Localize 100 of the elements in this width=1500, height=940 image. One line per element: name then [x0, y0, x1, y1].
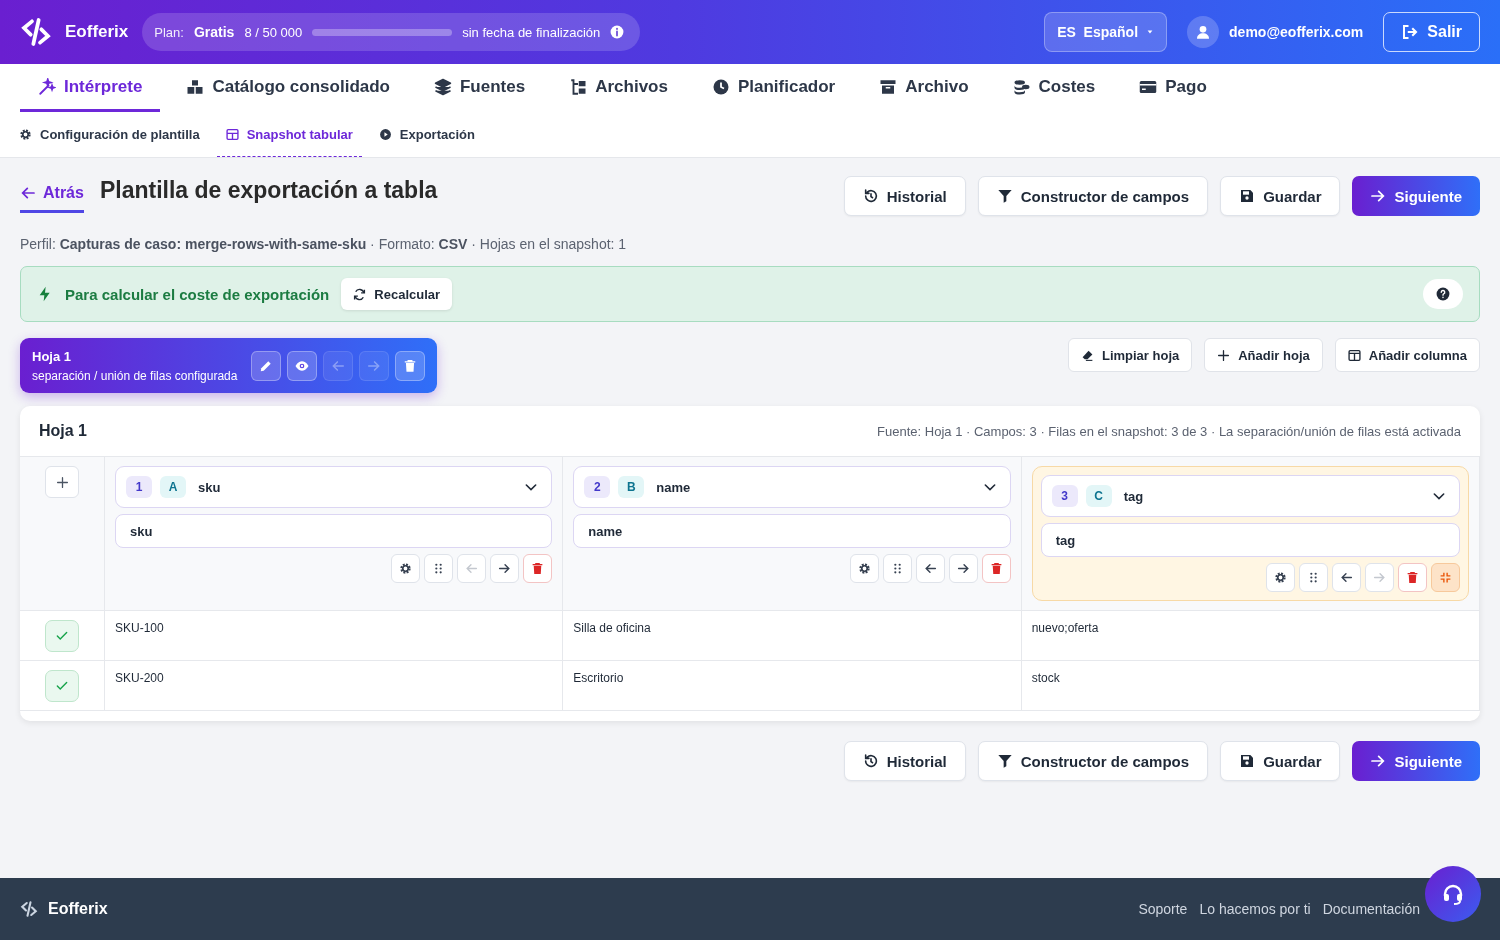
- user-email: demo@eofferix.com: [1229, 24, 1364, 40]
- drag-handle[interactable]: [882, 554, 912, 583]
- collapse-icon: [1439, 571, 1452, 584]
- help-button[interactable]: [1423, 279, 1463, 309]
- plus-icon: [1217, 348, 1231, 362]
- action-button[interactable]: Constructor de campos: [977, 176, 1209, 216]
- notice-text: Para calcular el coste de exportación: [65, 285, 330, 303]
- table-cell: Silla de oficina: [563, 611, 1022, 661]
- drag-handle[interactable]: [424, 554, 454, 583]
- nav-tab[interactable]: Planificador: [693, 64, 854, 112]
- preview-button[interactable]: [287, 350, 318, 381]
- column-letter: B: [618, 476, 645, 498]
- save-icon: [1239, 188, 1256, 204]
- column-config[interactable]: 3 C tag tag: [1031, 466, 1469, 601]
- recalculate-button[interactable]: Recalcular: [341, 278, 453, 310]
- plan-usage: 8 / 50 000: [244, 24, 303, 40]
- header-input[interactable]: name: [573, 514, 1011, 548]
- history-icon: [862, 188, 879, 204]
- arrow-right-icon: [1373, 571, 1386, 584]
- delete-button[interactable]: [523, 554, 553, 583]
- wand-icon: [38, 77, 56, 96]
- nav-tab[interactable]: Costes: [994, 64, 1114, 112]
- grip-icon: [1307, 571, 1320, 584]
- settings-button[interactable]: [391, 554, 421, 583]
- trash-icon: [403, 358, 418, 373]
- eye-icon: [295, 358, 310, 373]
- sheet-tab[interactable]: Hoja 1 separación / unión de filas configurada: [20, 338, 438, 393]
- field-select[interactable]: 3 C tag: [1040, 475, 1460, 517]
- nav-tab[interactable]: Archivos: [551, 64, 686, 112]
- arrow-right-icon: [956, 562, 970, 575]
- header-input[interactable]: tag: [1040, 523, 1460, 557]
- play-icon: [378, 127, 392, 141]
- trash-icon: [989, 562, 1003, 575]
- move-left-button[interactable]: [915, 554, 945, 583]
- delete-button[interactable]: [1398, 563, 1427, 592]
- field-name: name: [656, 479, 691, 495]
- sub-tab[interactable]: Configuración de plantilla: [10, 112, 209, 157]
- arrow-right-icon: [1370, 753, 1387, 769]
- action-button[interactable]: Historial: [843, 741, 966, 781]
- sub-tab[interactable]: Snapshot tabular: [216, 112, 362, 157]
- sheet-tool-button[interactable]: Añadir hoja: [1204, 338, 1323, 372]
- action-button[interactable]: Historial: [843, 176, 966, 216]
- action-button[interactable]: Guardar: [1220, 741, 1341, 781]
- next-button[interactable]: Siguiente: [1352, 176, 1480, 216]
- settings-button[interactable]: [1266, 563, 1295, 592]
- nav-tab[interactable]: Fuentes: [416, 64, 544, 112]
- nav-tab[interactable]: Archivo: [861, 64, 987, 112]
- refresh-icon: [353, 287, 367, 301]
- help-icon: [1436, 287, 1450, 301]
- support-button[interactable]: [1425, 866, 1481, 922]
- sheet-name: Hoja 1: [32, 348, 72, 364]
- plan-label: Plan:: [154, 24, 184, 40]
- move-right-button[interactable]: [948, 554, 978, 583]
- row-checkbox[interactable]: [45, 670, 79, 702]
- filter-icon: [996, 188, 1013, 204]
- settings-button[interactable]: [849, 554, 879, 583]
- nav-tab[interactable]: Pago: [1121, 64, 1225, 112]
- action-button[interactable]: Guardar: [1220, 176, 1341, 216]
- language-dropdown[interactable]: ES Español: [1044, 12, 1168, 52]
- trash-icon: [1406, 571, 1419, 584]
- sheet-tool-button[interactable]: Añadir columna: [1334, 338, 1480, 372]
- move-left-button[interactable]: [1332, 563, 1361, 592]
- sub-tab[interactable]: Exportación: [369, 112, 484, 157]
- header-input[interactable]: sku: [115, 514, 553, 548]
- back-link[interactable]: Atrás: [20, 176, 84, 213]
- move-right-button[interactable]: [490, 554, 520, 583]
- row-checkbox[interactable]: [45, 620, 79, 652]
- footer-link[interactable]: Documentación: [1322, 901, 1420, 917]
- next-button[interactable]: Siguiente: [1352, 741, 1480, 781]
- table-cell: SKU-100: [105, 611, 564, 661]
- arrow-left-icon: [331, 358, 346, 373]
- arrow-left-icon: [1340, 571, 1353, 584]
- check-icon: [55, 679, 69, 693]
- delete-button[interactable]: [981, 554, 1011, 583]
- field-select[interactable]: 2 B name: [573, 466, 1011, 508]
- user-icon: [1195, 24, 1212, 40]
- nav-tab[interactable]: Catálogo consolidado: [168, 64, 408, 112]
- settings-icon: [1274, 571, 1287, 584]
- plus-icon: [55, 475, 69, 489]
- field-select[interactable]: 1 A sku: [115, 466, 553, 508]
- footer-link[interactable]: Soporte: [1138, 901, 1188, 917]
- edit-button[interactable]: [251, 350, 282, 381]
- plan-name: Gratis: [193, 24, 235, 40]
- tree-icon: [569, 77, 588, 96]
- logout-button[interactable]: Salir: [1383, 12, 1480, 52]
- settings-icon: [19, 127, 32, 141]
- drag-handle[interactable]: [1299, 563, 1328, 592]
- footer-link[interactable]: Lo hacemos por ti: [1199, 901, 1311, 917]
- column-number: 1: [126, 476, 152, 498]
- logout-icon: [1401, 23, 1420, 41]
- page-title: Plantilla de exportación a tabla: [99, 177, 438, 204]
- action-button[interactable]: Constructor de campos: [977, 741, 1209, 781]
- table-icon: [225, 127, 239, 141]
- table-cell: stock: [1021, 661, 1480, 711]
- collapse-button[interactable]: [1431, 563, 1460, 592]
- arrow-right-icon: [367, 358, 382, 373]
- sheet-tool-button[interactable]: Limpiar hoja: [1067, 338, 1193, 372]
- plan-expiry: sin fecha de finalización: [462, 24, 601, 40]
- info-icon[interactable]: [610, 25, 625, 39]
- arrow-right-icon: [1370, 188, 1387, 204]
